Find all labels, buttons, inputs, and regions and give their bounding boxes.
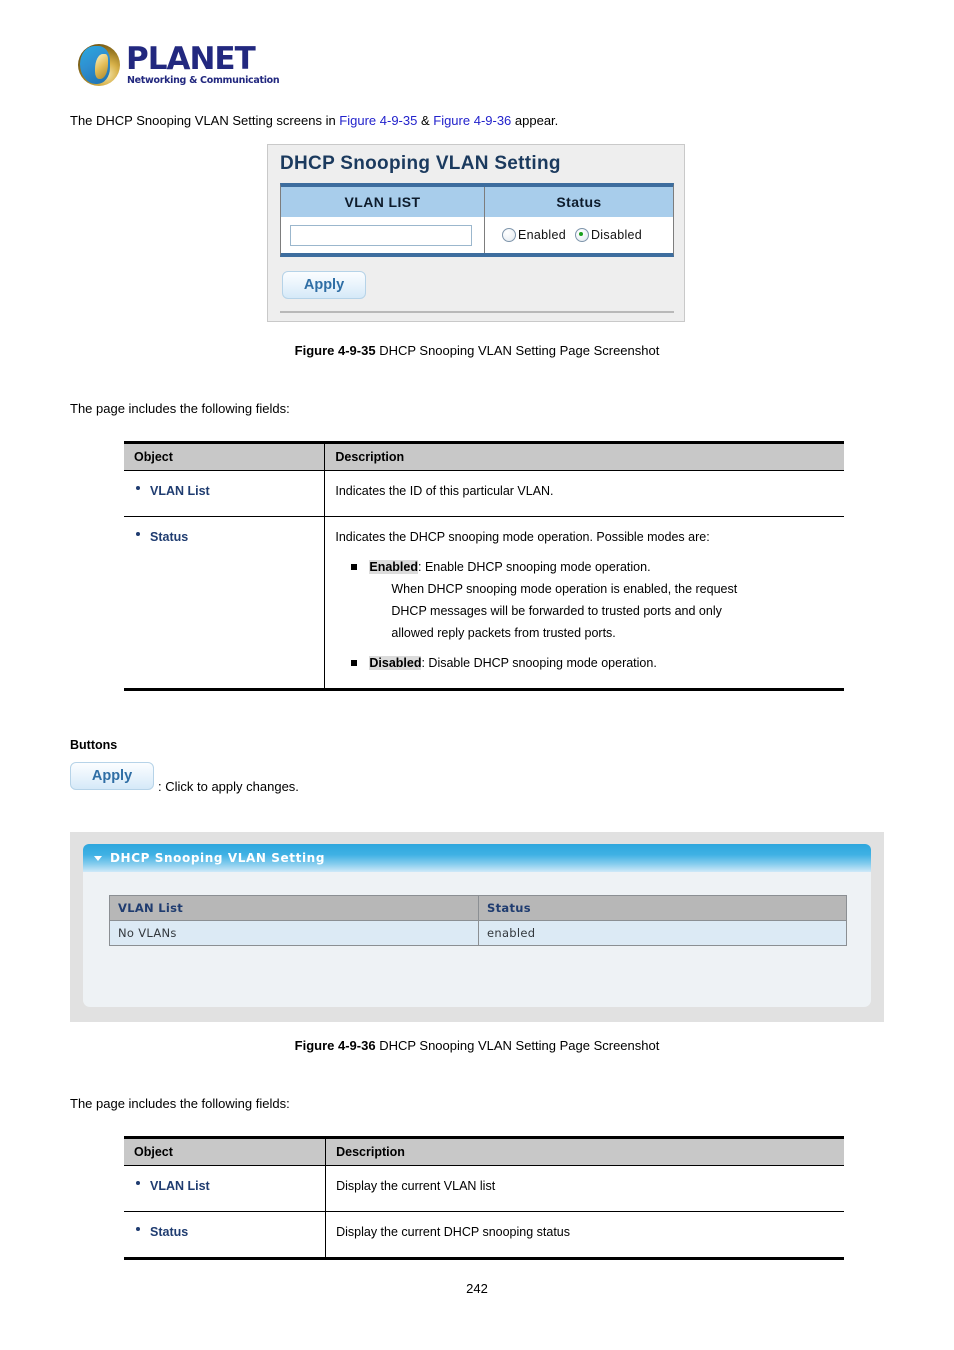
object-label-status: Status [134,1221,315,1243]
table-header-row: Object Description [124,1137,844,1166]
column-header-status: Status [478,895,847,921]
figure-caption-label-1: Figure 4-9-35 [294,343,376,358]
detail-line-1: When DHCP snooping mode operation is ena… [391,582,738,596]
status-cell: Enabled Disabled [485,217,673,253]
table-row: VLAN List Indicates the ID of this parti… [124,470,844,517]
description-table-1: Object Description VLAN List Indicates t… [124,441,844,691]
panel-header-bar[interactable]: DHCP Snooping VLAN Setting [83,844,871,872]
figure-ref-4-9-35[interactable]: Figure 4-9-35 [339,113,417,128]
apply-button-note: : Click to apply changes. [158,779,299,794]
logo-wordmark: PLANET [126,41,256,77]
intro-paragraph: The DHCP Snooping VLAN Setting screens i… [70,112,558,130]
buttons-section-heading: Buttons [70,738,118,752]
description-cell: Display the current DHCP snooping status [326,1212,844,1259]
term-disabled: Disabled [369,656,422,670]
object-cell: VLAN List [124,1165,327,1212]
description-text: Display the current DHCP snooping status [336,1225,571,1239]
radio-disabled-label: Disabled [590,228,643,242]
radio-disabled[interactable]: Disabled [574,228,643,242]
chevron-down-icon[interactable] [94,855,102,861]
column-header-description: Description [324,442,844,471]
description-text: Display the current VLAN list [336,1179,496,1193]
radio-unselected-icon[interactable] [502,228,516,242]
vlan-status-table: VLAN List Status No VLANs enabled [109,895,847,946]
column-header-description: Description [325,1137,844,1166]
vlan-setting-table: VLAN LIST Status Enabled Disabled [280,183,674,257]
apply-button[interactable]: Apply [282,271,366,299]
sub-bullet-disabled: Disabled: Disable DHCP snooping mode ope… [335,652,834,674]
page-number: 242 [466,1281,488,1296]
apply-button-legend[interactable]: Apply [70,762,154,790]
planet-globe-icon [78,44,120,86]
panel-divider [280,311,674,313]
intro-text-after: appear. [511,113,559,128]
radio-enabled[interactable]: Enabled [502,228,566,242]
vlan-list-cell [281,217,485,253]
fields-note-1: The page includes the following fields: [70,401,290,416]
object-cell: VLAN List [124,470,326,517]
table-header-row: Object Description [124,442,844,471]
description-cell: Indicates the ID of this particular VLAN… [324,470,844,517]
object-label-status: Status [134,526,314,548]
dhcp-snooping-vlan-setting-panel-web: DHCP Snooping VLAN Setting VLAN List Sta… [70,832,884,1022]
object-cell: Status [124,516,326,690]
figure-caption-label-2: Figure 4-9-36 [294,1038,376,1053]
intro-text-before: The DHCP Snooping VLAN Setting screens i… [70,113,340,128]
object-label-vlan-list: VLAN List [134,1175,315,1197]
description-table-2: Object Description VLAN List Display the… [124,1136,844,1260]
dhcp-snooping-vlan-setting-panel-classic: DHCP Snooping VLAN Setting VLAN LIST Sta… [267,144,685,322]
fields-note-2: The page includes the following fields: [70,1096,290,1111]
table-row: No VLANs enabled [109,920,847,946]
vlan-list-input[interactable] [290,224,472,246]
figure-ref-4-9-36[interactable]: Figure 4-9-36 [433,113,511,128]
sub-bullet-enabled: Enabled: Enable DHCP snooping mode opera… [335,556,834,578]
figure-caption-4-9-35: Figure 4-9-35 DHCP Snooping VLAN Setting… [0,343,954,358]
object-cell: Status [124,1211,327,1259]
figure-caption-text-2: DHCP Snooping VLAN Setting Page Screensh… [375,1038,660,1053]
figure-caption-4-9-36: Figure 4-9-36 DHCP Snooping VLAN Setting… [0,1038,954,1053]
figure-caption-text-1: DHCP Snooping VLAN Setting Page Screensh… [375,343,660,358]
table-header-row: VLAN LIST Status [281,187,673,217]
panel-title: DHCP Snooping VLAN Setting [280,153,561,174]
column-header-vlan-list: VLAN List [109,895,479,921]
detail-line-2: DHCP messages will be forwarded to trust… [391,604,722,618]
column-header-status: Status [556,194,602,210]
description-cell: Indicates the DHCP snooping mode operati… [325,517,844,690]
term-enabled-rest: : Enable DHCP snooping mode operation. [418,560,651,574]
table-header-row: VLAN List Status [109,895,847,921]
radio-enabled-label: Enabled [518,228,566,242]
cell-vlan-list: No VLANs [109,920,479,946]
object-label-vlan-list: VLAN List [134,480,314,502]
column-header-object: Object [124,442,326,471]
description-text: Indicates the DHCP snooping mode operati… [335,530,710,544]
term-enabled: Enabled [369,560,418,574]
description-text: Indicates the ID of this particular VLAN… [335,484,554,498]
panel-header-title: DHCP Snooping VLAN Setting [110,851,326,865]
column-header-vlan-list: VLAN LIST [281,187,485,217]
detail-line-3: allowed reply packets from trusted ports… [391,626,616,640]
status-radio-group: Enabled Disabled [485,228,642,242]
radio-selected-icon[interactable] [574,228,589,242]
description-cell: Display the current VLAN list [325,1165,844,1212]
term-disabled-rest: : Disable DHCP snooping mode operation. [421,656,657,670]
table-row: Enabled Disabled [281,217,673,253]
planet-logo: PLANET Networking & Communication [78,42,280,94]
intro-text-amp: & [417,113,434,128]
table-row: Status Display the current DHCP snooping… [124,1211,844,1259]
logo-tagline: Networking & Communication [127,75,280,86]
table-row: Status Indicates the DHCP snooping mode … [124,516,844,690]
table-row: VLAN List Display the current VLAN list [124,1165,844,1212]
column-header-object: Object [124,1137,327,1166]
panel-body: DHCP Snooping VLAN Setting VLAN List Sta… [83,844,871,1007]
cell-status: enabled [478,920,847,946]
